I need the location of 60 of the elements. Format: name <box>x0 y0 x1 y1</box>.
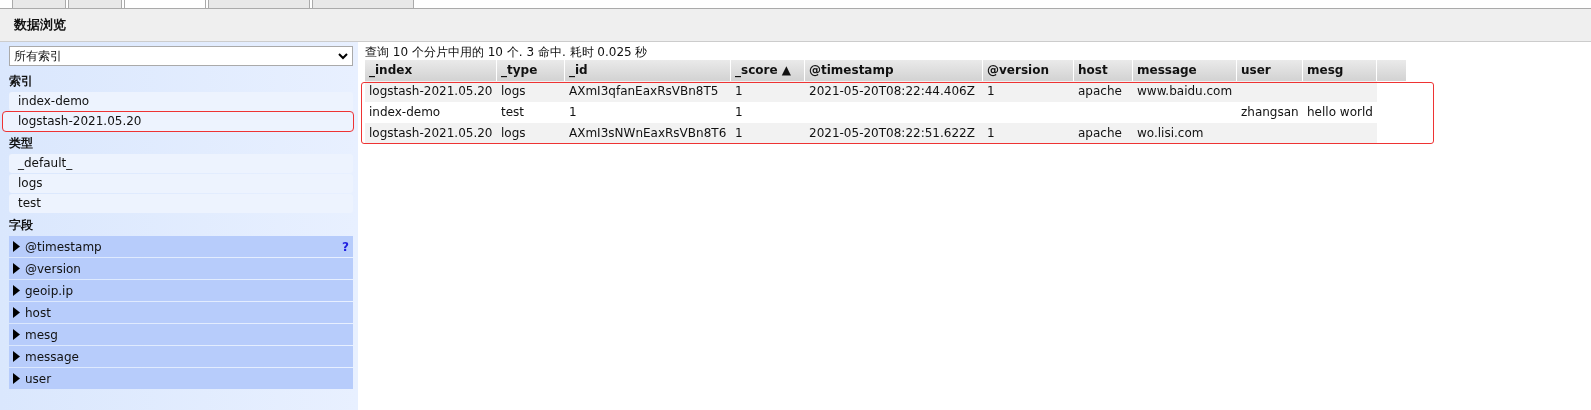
section-title: 字段 <box>8 217 34 234</box>
triangle-icon <box>13 307 20 318</box>
table-cell-text: 1 <box>734 83 744 100</box>
page-title: 数据浏览 <box>14 16 66 34</box>
triangle-icon <box>13 285 20 296</box>
table-cell-text: test <box>500 104 526 121</box>
field-item[interactable]: host <box>9 302 353 323</box>
column-header[interactable]: message <box>1133 60 1237 81</box>
field-item[interactable]: message <box>9 346 353 367</box>
sidebar-item[interactable]: logstash-2021.05.20 <box>3 112 353 131</box>
sidebar-item[interactable]: test <box>9 194 353 213</box>
field-item[interactable]: geoip.ip <box>9 280 353 301</box>
table-cell-text: hello world <box>1306 104 1374 121</box>
section-title: 索引 <box>8 73 34 90</box>
field-item[interactable]: user <box>9 368 353 389</box>
table-cell-text: 1 <box>986 125 996 142</box>
table-cell-text: logs <box>500 125 527 142</box>
triangle-icon <box>13 241 20 252</box>
field-item[interactable]: mesg <box>9 324 353 345</box>
sidebar-item[interactable]: index-demo <box>9 92 353 111</box>
table-cell-text: 2021-05-20T08:22:51.622Z <box>808 125 976 142</box>
table-cell-text: apache <box>1077 83 1123 100</box>
table-cell-text: www.baidu.com <box>1136 83 1234 100</box>
table-cell-text: logs <box>500 83 527 100</box>
column-header[interactable]: mesg <box>1303 60 1377 81</box>
column-header[interactable]: _index <box>365 60 497 81</box>
triangle-icon <box>13 329 20 340</box>
table-cell-text: index-demo <box>368 104 442 121</box>
triangle-icon <box>13 263 20 274</box>
chevron-icon <box>338 52 348 60</box>
column-header[interactable]: @version <box>983 60 1074 81</box>
column-header <box>1377 60 1407 81</box>
table-cell-text: zhangsan <box>1240 104 1300 121</box>
sidebar-item[interactable]: logs <box>9 174 353 193</box>
table-cell-text: 1 <box>734 125 744 142</box>
table-cell-text: 1 <box>568 104 578 121</box>
help-link[interactable]: ? <box>342 239 349 254</box>
sidebar-item[interactable]: _default_ <box>9 154 353 173</box>
triangle-icon <box>13 373 20 384</box>
column-header[interactable]: @timestamp <box>805 60 983 81</box>
table-cell-text: apache <box>1077 125 1123 142</box>
column-header[interactable]: _type <box>497 60 565 81</box>
triangle-icon <box>13 351 20 362</box>
section-title: 类型 <box>8 135 34 152</box>
column-header[interactable]: _id <box>565 60 731 81</box>
field-item[interactable]: @timestamp ? <box>9 236 353 257</box>
column-header[interactable]: host <box>1074 60 1133 81</box>
column-header[interactable]: user <box>1237 60 1303 81</box>
table-cell-text: wo.lisi.com <box>1136 125 1205 142</box>
table-cell-text: 1 <box>734 104 744 121</box>
table-cell-text: AXmI3qfanEaxRsVBn8T5 <box>568 83 720 100</box>
table-cell-text: logstash-2021.05.20 <box>368 125 494 142</box>
query-summary: 查询 10 个分片中用的 10 个. 3 命中. 耗时 0.025 秒 <box>365 45 649 60</box>
column-header[interactable]: _score ▲ <box>731 60 805 81</box>
table-cell-text: AXmI3sNWnEaxRsVBn8T6 <box>568 125 728 142</box>
table-cell-text: 1 <box>986 83 996 100</box>
table-cell-text: 2021-05-20T08:22:44.406Z <box>808 83 976 100</box>
table-cell-text: logstash-2021.05.20 <box>368 83 494 100</box>
index-select[interactable]: 所有索引 <box>9 46 353 66</box>
field-item[interactable]: @version <box>9 258 353 279</box>
